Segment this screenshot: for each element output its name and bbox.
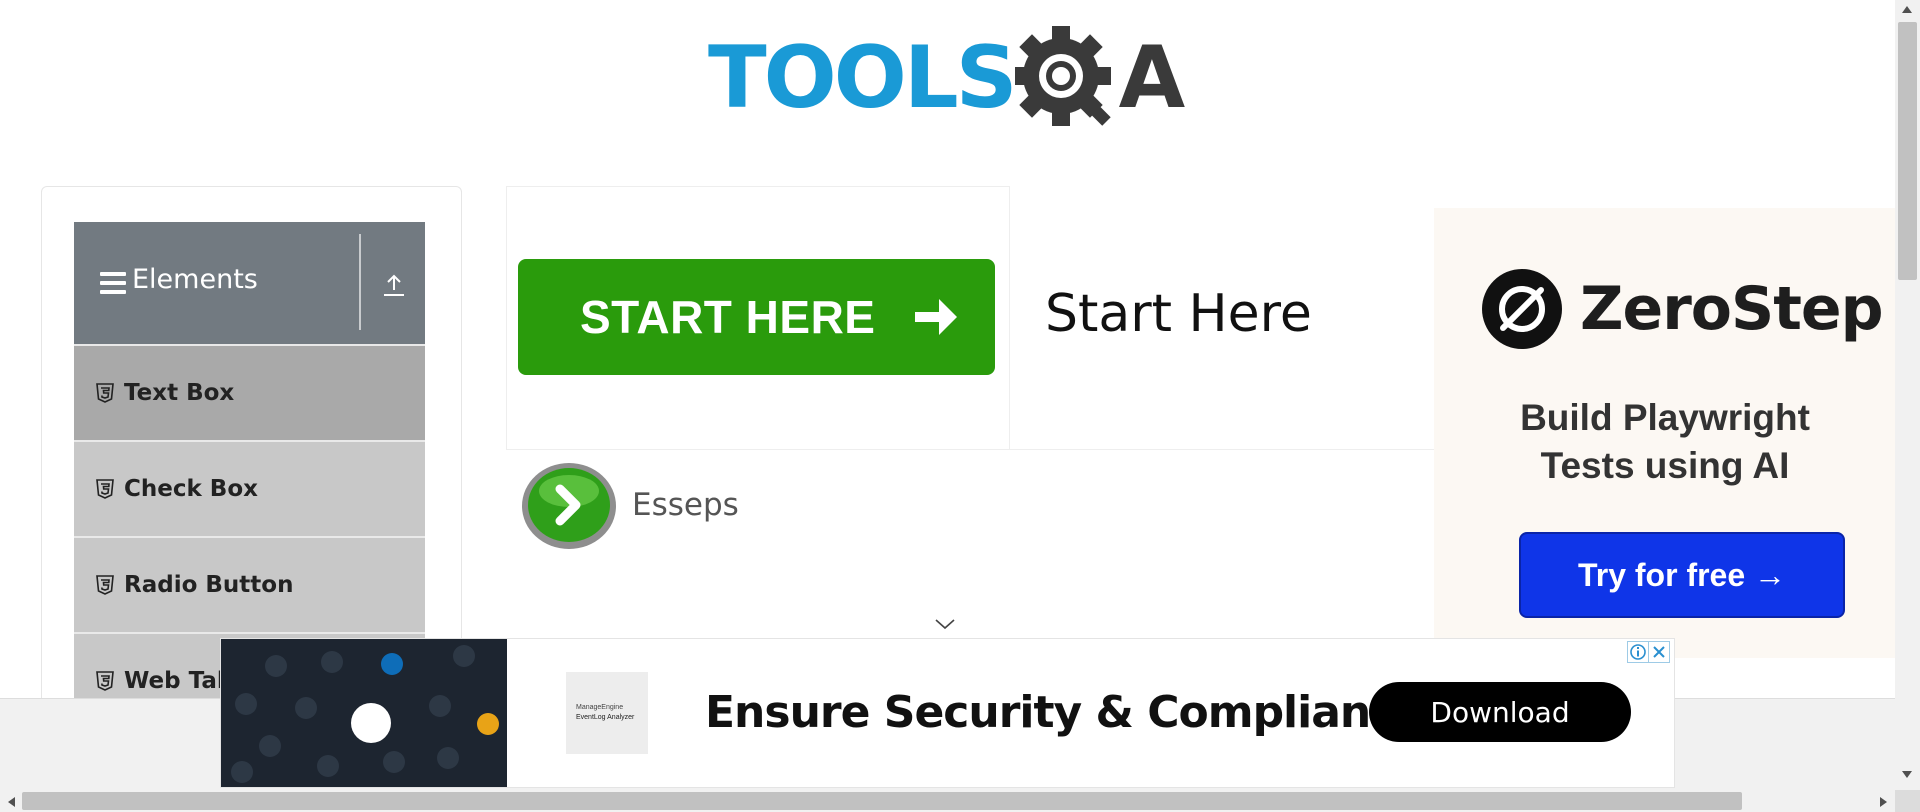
start-here-button[interactable]: START HERE (518, 259, 995, 375)
zerostep-ad[interactable]: ZeroStep Build Playwright Tests using AI… (1434, 208, 1896, 658)
arrow-right-icon (915, 299, 957, 335)
scroll-left-arrow-icon[interactable] (6, 796, 16, 808)
html5-shield-icon (96, 383, 114, 403)
html5-shield-icon (96, 479, 114, 499)
sidebar-item-label: Check Box (124, 476, 258, 502)
close-icon[interactable] (1648, 641, 1670, 663)
group-header-divider (359, 234, 361, 330)
info-icon[interactable] (1627, 641, 1649, 663)
esseps-brand-name[interactable]: Esseps (632, 487, 739, 523)
ad-thumb-line1: ManageEngine (576, 704, 624, 711)
html5-shield-icon (96, 671, 114, 691)
ad-thumb-line2: EventLog Analyzer (576, 714, 635, 721)
sidebar-item-label: Text Box (124, 380, 235, 406)
scroll-down-arrow-icon[interactable] (1901, 770, 1913, 780)
bottom-banner-ad[interactable]: ManageEngine EventLog Analyzer Ensure Se… (220, 638, 1675, 788)
upload-arrow-icon[interactable] (382, 272, 406, 298)
vertical-scrollbar-thumb[interactable] (1898, 22, 1917, 280)
logo-tools-text: TOOLS (708, 28, 1018, 128)
start-here-title[interactable]: Start Here (1045, 284, 1312, 344)
ad-product-thumbnail: ManageEngine EventLog Analyzer (566, 672, 648, 754)
logo-gear-magnifier-icon (1014, 26, 1111, 126)
sidebar-group-elements[interactable]: Elements (74, 222, 425, 344)
zerostep-tagline: Build Playwright Tests using AI (1434, 394, 1896, 490)
chevron-down-icon[interactable] (934, 617, 956, 631)
zerostep-brand: ZeroStep (1580, 274, 1884, 344)
zerostep-tagline-line1: Build Playwright (1520, 397, 1810, 438)
esseps-logo-icon[interactable] (520, 461, 618, 551)
zerostep-tagline-line2: Tests using AI (1540, 445, 1790, 486)
html5-shield-icon (96, 575, 114, 595)
sidebar-item-label: Radio Button (124, 572, 294, 598)
sidebar-item-check-box[interactable]: Check Box (74, 440, 425, 536)
ad-network-graphic (221, 639, 507, 787)
horizontal-scrollbar-thumb[interactable] (22, 792, 1742, 810)
logo-a-text: A (1118, 28, 1186, 128)
sidebar-group-title: Elements (132, 264, 258, 295)
sidebar-item-label: Web Tab (124, 668, 234, 694)
start-here-button-label: START HERE (580, 291, 876, 343)
try-for-free-button[interactable]: Try for free → (1519, 532, 1845, 618)
sidebar-item-radio-button[interactable]: Radio Button (74, 536, 425, 632)
scrollbar-corner (1895, 790, 1920, 812)
ad-download-button[interactable]: Download (1369, 682, 1631, 742)
toolsqa-logo[interactable]: TOOLS A (708, 22, 1186, 134)
zerostep-logo-icon (1482, 269, 1562, 349)
ad-headline: Ensure Security & Compliance (705, 687, 1425, 738)
sidebar-item-text-box[interactable]: Text Box (74, 344, 425, 440)
scroll-right-arrow-icon[interactable] (1879, 796, 1889, 808)
hamburger-icon (100, 272, 126, 294)
promo-divider (1008, 449, 1438, 450)
scroll-up-arrow-icon[interactable] (1901, 4, 1913, 14)
